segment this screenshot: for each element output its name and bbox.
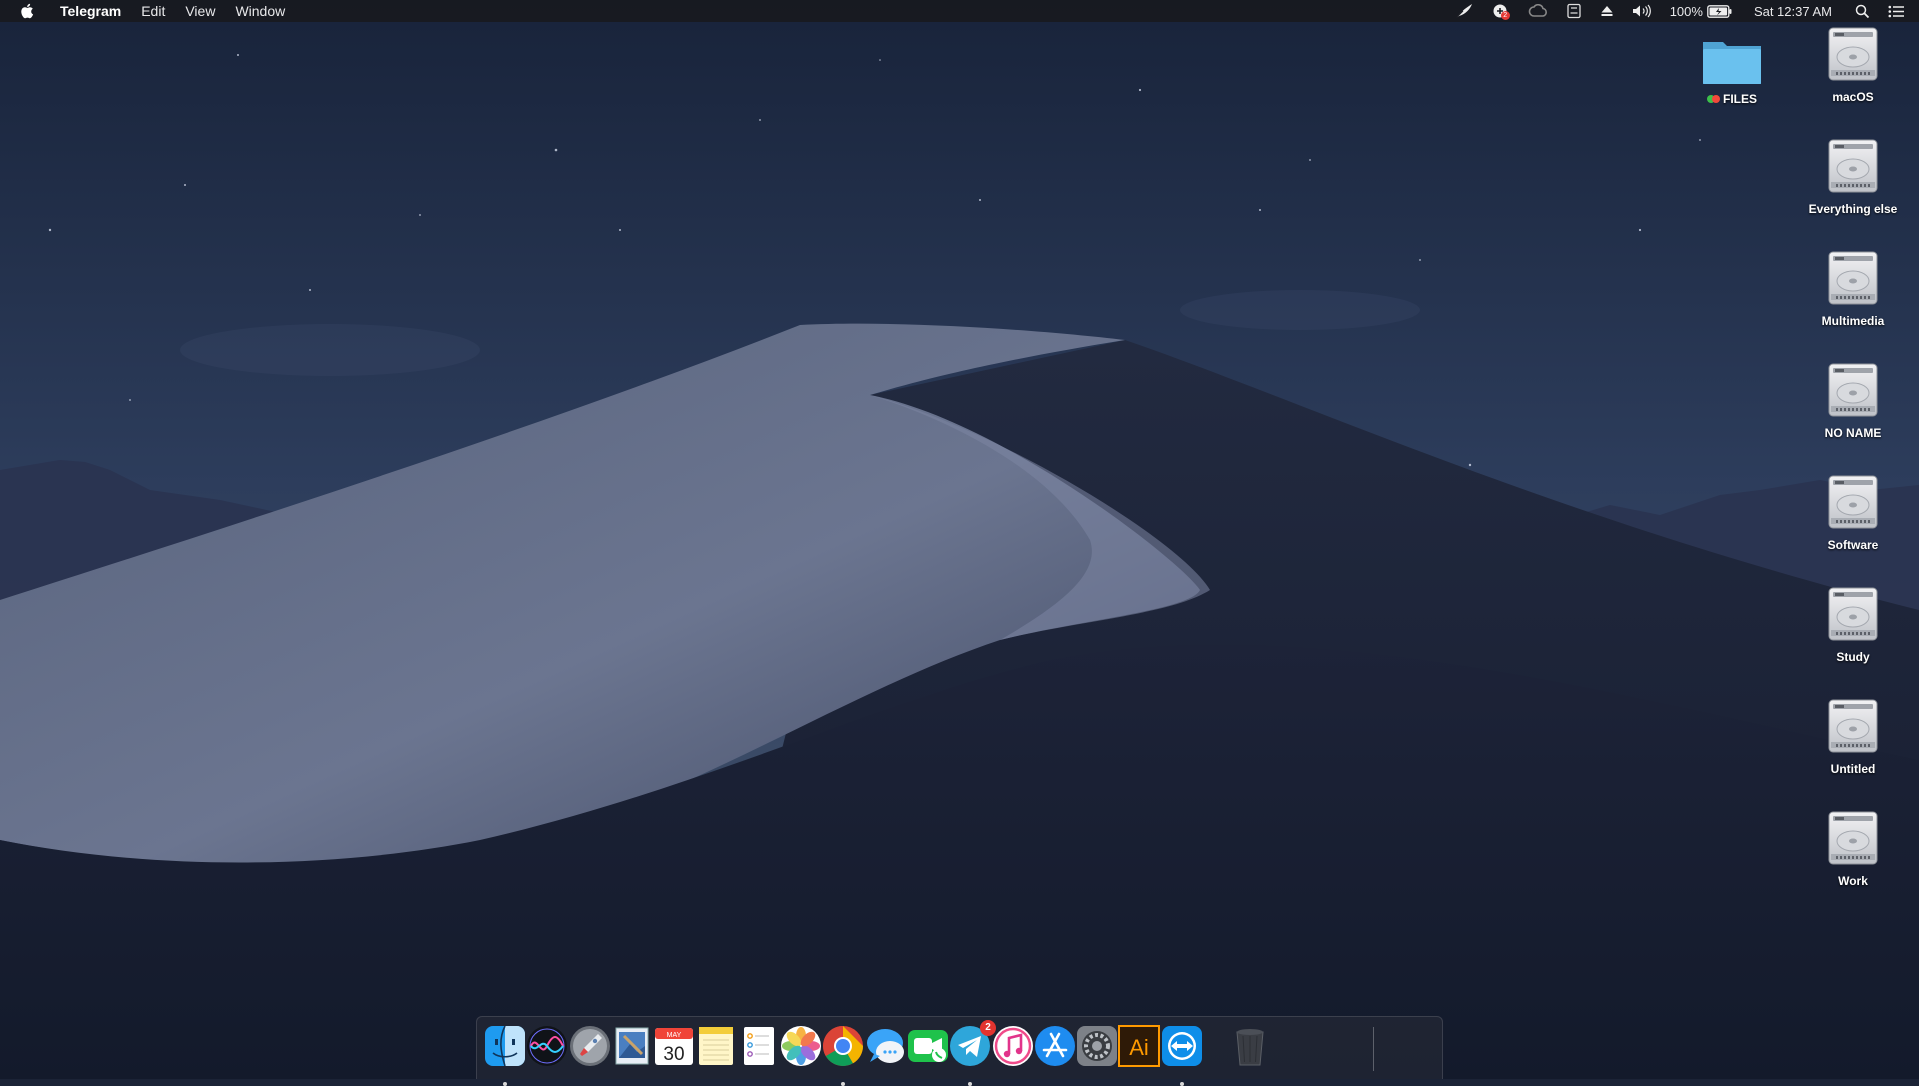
dock-item-illustrator[interactable]: Ai (1117, 1024, 1161, 1068)
dock-item-system-preferences[interactable] (1075, 1024, 1119, 1068)
creative-cloud-icon[interactable] (1528, 0, 1548, 22)
spotlight-search-icon[interactable] (1855, 0, 1870, 22)
apple-icon[interactable] (18, 2, 36, 20)
hard-drive-icon (1828, 587, 1878, 641)
teamviewer-icon (1160, 1024, 1204, 1068)
notification-badge: 2 (1500, 11, 1510, 20)
drive-label: Untitled (1830, 762, 1876, 776)
folder-icon (1703, 42, 1761, 84)
calendar-icon: MAY 30 (652, 1024, 696, 1068)
drive-label: NO NAME (1824, 426, 1882, 440)
drive-macos[interactable]: macOS (1798, 24, 1908, 106)
dock-item-app-store[interactable] (1033, 1024, 1077, 1068)
tag-dots (1706, 95, 1720, 103)
running-indicator (968, 1082, 972, 1086)
system-preferences-icon (1075, 1024, 1119, 1068)
dock-item-trash[interactable] (1228, 1024, 1272, 1068)
hard-drive-icon (1828, 363, 1878, 417)
notes-icon (694, 1024, 738, 1068)
messages-icon (864, 1024, 908, 1068)
notification-center-icon[interactable] (1888, 0, 1905, 22)
drive-label: Work (1838, 874, 1868, 888)
drive-label: Multimedia (1821, 314, 1885, 328)
reminders-icon (737, 1024, 781, 1068)
dock: MAY 30 2 Ai (476, 1016, 1443, 1086)
drive-everything-else[interactable]: Everything else (1798, 136, 1908, 218)
hard-drive-icon (1828, 139, 1878, 193)
hard-drive-icon (1828, 251, 1878, 305)
chrome-icon (821, 1024, 865, 1068)
running-indicator (841, 1082, 845, 1086)
battery-icon[interactable] (1707, 0, 1733, 22)
dock-item-itunes[interactable] (991, 1024, 1035, 1068)
drive-software[interactable]: Software (1798, 472, 1908, 554)
dock-item-calendar[interactable]: MAY 30 (652, 1024, 696, 1068)
menu-bar: Telegram Edit View Window 2 100% Sat 12:… (0, 0, 1919, 22)
trash-icon (1228, 1024, 1272, 1068)
clock[interactable]: Sat 12:37 AM (1754, 0, 1832, 22)
dock-item-siri[interactable] (525, 1024, 569, 1068)
menu-extra-icon[interactable] (1566, 0, 1582, 22)
drive-label: Everything else (1808, 202, 1898, 216)
siri-icon (525, 1024, 569, 1068)
drive-label: Software (1827, 538, 1879, 552)
facetime-icon (906, 1024, 950, 1068)
app-store-icon (1033, 1024, 1077, 1068)
dock-item-finder[interactable] (483, 1024, 527, 1086)
desktop-wallpaper (0, 0, 1919, 1079)
dock-separator (1373, 1027, 1374, 1071)
launchpad-icon (568, 1024, 612, 1068)
dock-item-photos[interactable] (779, 1024, 823, 1068)
dock-item-reminders[interactable] (737, 1024, 781, 1068)
folder-label: FILES (1722, 92, 1757, 106)
drive-label: Study (1836, 650, 1870, 664)
drive-multimedia[interactable]: Multimedia (1798, 248, 1908, 330)
dock-item-notes[interactable] (694, 1024, 738, 1068)
photos-icon (779, 1024, 823, 1068)
menu-view[interactable]: View (175, 0, 225, 22)
drive-work[interactable]: Work (1798, 808, 1908, 890)
illustrator-icon: Ai (1117, 1024, 1161, 1068)
itunes-icon (991, 1024, 1035, 1068)
drive-study[interactable]: Study (1798, 584, 1908, 666)
eject-icon[interactable] (1600, 0, 1614, 22)
dock-item-launchpad[interactable] (568, 1024, 612, 1068)
calendar-month: MAY (667, 1032, 682, 1039)
calendar-day: 30 (663, 1044, 684, 1065)
menu-window[interactable]: Window (225, 0, 295, 22)
dock-item-preview[interactable] (610, 1024, 654, 1068)
hard-drive-icon (1828, 27, 1878, 81)
volume-icon[interactable] (1632, 0, 1652, 22)
hard-drive-icon (1828, 699, 1878, 753)
dock-item-telegram[interactable]: 2 (948, 1020, 996, 1086)
notification-icon[interactable]: 2 (1492, 0, 1510, 22)
battery-percentage[interactable]: 100% (1670, 0, 1703, 22)
preview-icon (610, 1024, 654, 1068)
finder-icon (483, 1024, 527, 1068)
red-tag-icon (1711, 95, 1720, 103)
dock-item-chrome[interactable] (821, 1024, 865, 1086)
illustrator-text: Ai (1129, 1035, 1149, 1060)
dock-item-facetime[interactable] (906, 1024, 950, 1068)
hard-drive-icon (1828, 811, 1878, 865)
running-indicator (503, 1082, 507, 1086)
dock-item-teamviewer[interactable] (1160, 1024, 1204, 1086)
menu-edit[interactable]: Edit (131, 0, 175, 22)
dock-item-messages[interactable] (864, 1024, 908, 1068)
hard-drive-icon (1828, 475, 1878, 529)
drive-no-name[interactable]: NO NAME (1798, 360, 1908, 442)
folder-files[interactable]: FILES (1677, 36, 1787, 108)
menu-app-name[interactable]: Telegram (52, 0, 131, 22)
drive-untitled[interactable]: Untitled (1798, 696, 1908, 778)
drive-label: macOS (1832, 90, 1874, 104)
feather-icon[interactable] (1454, 0, 1474, 22)
running-indicator (1180, 1082, 1184, 1086)
